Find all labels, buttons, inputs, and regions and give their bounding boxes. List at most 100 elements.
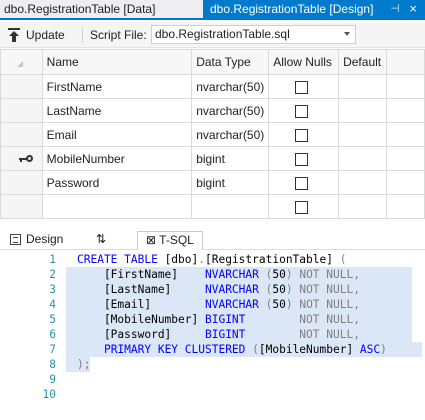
- code-token: ,: [353, 268, 360, 281]
- row-selector[interactable]: [0, 194, 43, 219]
- row-selector[interactable]: [0, 74, 43, 99]
- header-default[interactable]: Default: [338, 49, 388, 75]
- filler-cell: [386, 194, 425, 219]
- filler-cell: [386, 98, 425, 123]
- grid-header-row: Name Data Type Allow Nulls Default: [0, 49, 425, 75]
- code-line: [Email] NVARCHAR (50) NOT NULL,: [77, 297, 360, 312]
- allow-nulls-checkbox[interactable]: [295, 104, 309, 118]
- data-type-cell[interactable]: nvarchar(50): [191, 74, 270, 99]
- corner-triangle-icon: [17, 61, 23, 67]
- code-token: NOT NULL: [299, 283, 354, 296]
- code-token: [RegistrationTable]: [205, 253, 333, 266]
- code-token: (: [332, 253, 347, 266]
- code-token: ,: [353, 283, 360, 296]
- allow-nulls-checkbox[interactable]: [295, 80, 309, 94]
- tab-table-design-label: dbo.RegistrationTable [Design]: [210, 2, 374, 16]
- default-cell[interactable]: [338, 194, 388, 219]
- code-token: NVARCHAR: [204, 298, 266, 311]
- code-token: [FirstName]: [77, 268, 205, 281]
- data-type-cell[interactable]: nvarchar(50): [191, 122, 270, 147]
- row-selector[interactable]: [0, 170, 43, 195]
- tsql-code-editor[interactable]: 1 CREATE TABLE [dbo].[RegistrationTable] …: [0, 250, 425, 420]
- row-selector[interactable]: [0, 146, 43, 171]
- header-allow-nulls[interactable]: Allow Nulls: [268, 49, 340, 75]
- code-token: [Email]: [77, 298, 205, 311]
- code-token: ASC: [353, 343, 381, 356]
- tab-table-data-label: dbo.RegistrationTable [Data]: [4, 2, 156, 16]
- default-cell[interactable]: [338, 146, 388, 171]
- code-token: );: [77, 358, 91, 371]
- column-name-cell[interactable]: FirstName: [41, 74, 193, 99]
- line-number: 9: [49, 373, 56, 386]
- script-file-dropdown[interactable]: dbo.RegistrationTable.sql: [151, 25, 356, 44]
- data-type-cell[interactable]: bigint: [191, 146, 270, 171]
- line-number: 1: [49, 253, 56, 266]
- script-file-value: dbo.RegistrationTable.sql: [155, 27, 290, 41]
- allow-nulls-checkbox[interactable]: [295, 128, 309, 142]
- data-type-cell[interactable]: nvarchar(50): [191, 98, 270, 123]
- default-cell[interactable]: [338, 122, 388, 147]
- code-token: 50: [272, 283, 286, 296]
- filler-cell: [386, 170, 425, 195]
- table-row[interactable]: FirstName nvarchar(50): [0, 74, 425, 99]
- grid-corner[interactable]: [0, 49, 43, 75]
- filler-cell: [386, 122, 425, 147]
- default-cell[interactable]: [338, 74, 388, 99]
- table-row[interactable]: MobileNumber bigint: [0, 146, 425, 171]
- columns-table: Name Data Type Allow Nulls Default First…: [0, 49, 425, 219]
- code-token: [MobileNumber]: [77, 313, 205, 326]
- allow-nulls-checkbox[interactable]: [295, 200, 309, 214]
- design-tab-label: Design: [26, 232, 64, 246]
- update-button[interactable]: Update: [8, 26, 65, 44]
- line-number: 3: [49, 283, 56, 296]
- allow-nulls-checkbox[interactable]: [295, 176, 309, 190]
- code-token: NOT NULL: [299, 268, 354, 281]
- pin-icon[interactable]: ⊣: [390, 0, 400, 18]
- design-pane-icon: [10, 233, 21, 245]
- allow-nulls-cell: [268, 146, 340, 171]
- code-token: [Password]: [77, 328, 205, 341]
- code-token: BIGINT: [204, 328, 246, 341]
- allow-nulls-cell: [268, 194, 340, 219]
- allow-nulls-checkbox[interactable]: [295, 152, 309, 166]
- tab-design[interactable]: Design: [10, 230, 63, 248]
- data-type-cell[interactable]: bigint: [191, 170, 270, 195]
- tab-tsql[interactable]: ⊠ T-SQL: [137, 231, 203, 250]
- table-row[interactable]: LastName nvarchar(50): [0, 98, 425, 123]
- default-cell[interactable]: [338, 170, 388, 195]
- code-line: );: [77, 357, 90, 372]
- filler-cell: [386, 74, 425, 99]
- column-name-cell[interactable]: [41, 194, 193, 219]
- data-type-cell[interactable]: [191, 194, 270, 219]
- column-name-cell[interactable]: MobileNumber: [41, 146, 193, 171]
- tab-table-design[interactable]: dbo.RegistrationTable [Design] ⊣ ×: [203, 0, 425, 18]
- default-cell[interactable]: [338, 98, 388, 123]
- header-data-type[interactable]: Data Type: [191, 49, 270, 75]
- code-token: NOT NULL: [245, 328, 354, 341]
- code-token: ): [285, 298, 300, 311]
- code-line: [FirstName] NVARCHAR (50) NOT NULL,: [77, 267, 360, 282]
- column-name-cell[interactable]: Email: [41, 122, 193, 147]
- script-file-label: Script File:: [90, 28, 147, 42]
- row-selector[interactable]: [0, 122, 43, 147]
- code-token: [LastName]: [77, 283, 205, 296]
- close-icon[interactable]: ×: [409, 0, 417, 18]
- column-name-cell[interactable]: LastName: [41, 98, 193, 123]
- code-token: PRIMARY KEY CLUSTERED: [103, 343, 253, 356]
- swap-panes-icon[interactable]: ⇅: [96, 230, 106, 248]
- table-row[interactable]: Password bigint: [0, 170, 425, 195]
- code-token: NVARCHAR: [204, 283, 266, 296]
- line-number: 10: [42, 388, 56, 401]
- column-design-grid: Name Data Type Allow Nulls Default First…: [0, 49, 425, 264]
- tab-table-data[interactable]: dbo.RegistrationTable [Data]: [0, 0, 198, 18]
- column-name-cell[interactable]: Password: [41, 170, 193, 195]
- update-arrow-icon: [8, 28, 20, 42]
- code-token: NOT NULL: [299, 298, 354, 311]
- header-name[interactable]: Name: [41, 49, 193, 75]
- code-token: NVARCHAR: [204, 268, 266, 281]
- table-row[interactable]: [0, 194, 425, 219]
- line-number: 2: [49, 268, 56, 281]
- table-row[interactable]: Email nvarchar(50): [0, 122, 425, 147]
- row-selector[interactable]: [0, 98, 43, 123]
